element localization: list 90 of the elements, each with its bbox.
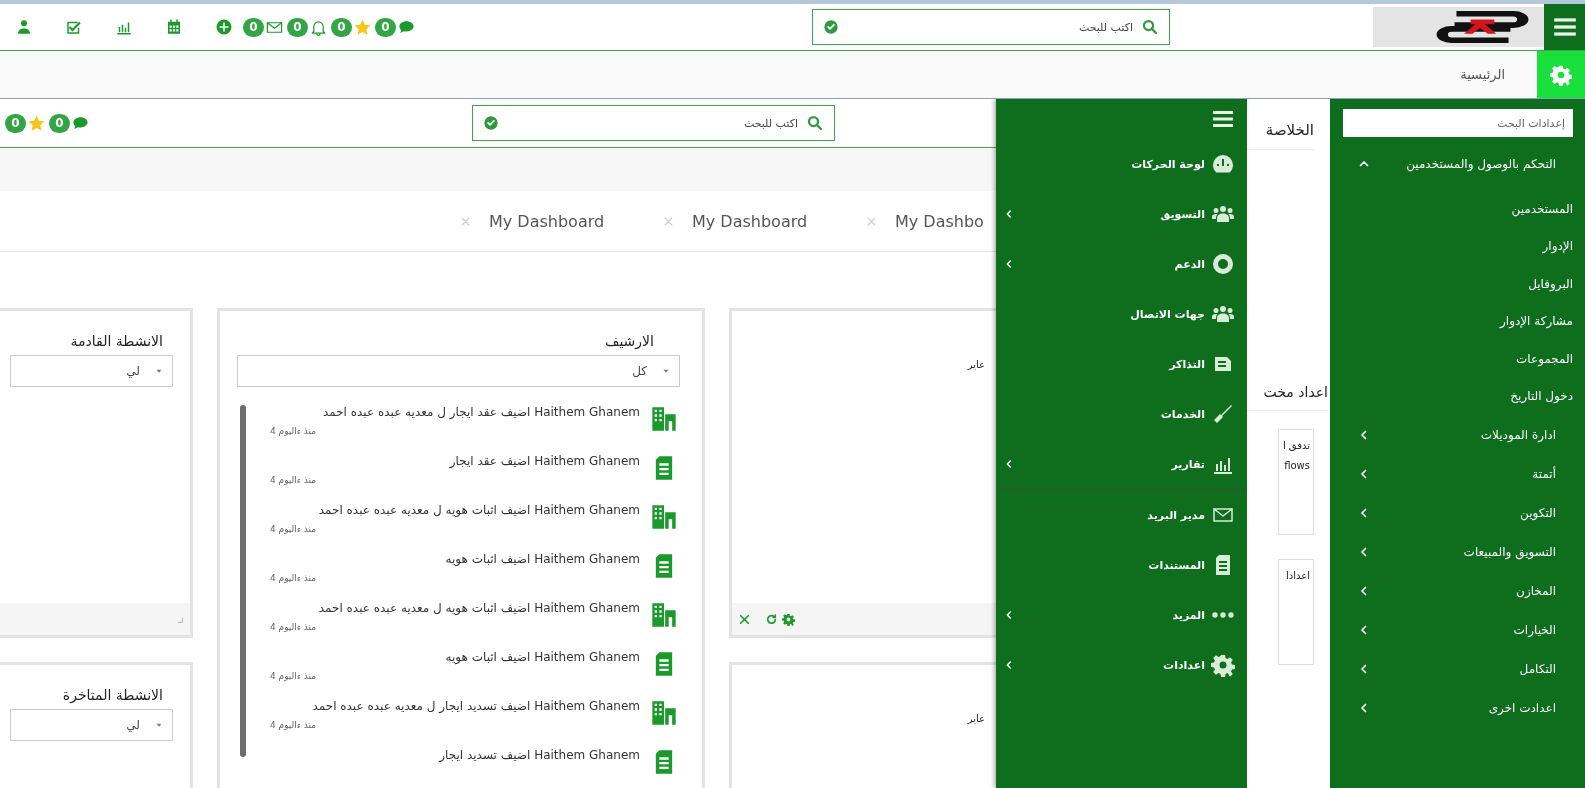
count-badge: 0 xyxy=(331,17,352,37)
lifebuoy-icon xyxy=(1211,252,1235,276)
chevron-icon xyxy=(1004,610,1014,620)
menu-item[interactable]: التذاكر xyxy=(996,339,1247,389)
tree-item[interactable]: التكوين xyxy=(1343,493,1573,532)
count-badge: 0 xyxy=(5,113,26,133)
tree-item[interactable]: التحكم بالوصول والمستخدمين xyxy=(1343,137,1573,190)
tree-item[interactable]: المجموعات xyxy=(1343,340,1573,378)
building-icon xyxy=(650,405,678,433)
activity-text: Haithem Ghanem اضيف اثبات هويه xyxy=(444,650,640,664)
menu-item[interactable]: تقارير xyxy=(996,439,1247,489)
chevron-icon xyxy=(1004,459,1014,469)
panel-title: الانشطة المتاخرة xyxy=(61,687,163,703)
refresh-icon[interactable] xyxy=(765,612,778,626)
tree-item[interactable]: المخازن xyxy=(1343,571,1573,610)
menu-item[interactable]: الخدمات xyxy=(996,389,1247,439)
tree-item[interactable]: البروفايل xyxy=(1343,265,1573,303)
calendar-icon[interactable] xyxy=(165,18,183,36)
breadcrumb-link[interactable]: الرئيسية xyxy=(1460,67,1505,82)
search-input[interactable]: اكتب للبحث xyxy=(845,19,1135,35)
settings-card[interactable]: اعدادا xyxy=(1278,559,1314,665)
tree-item[interactable]: أتمتة xyxy=(1343,454,1573,493)
settings-icon[interactable] xyxy=(782,612,795,626)
tab[interactable]: My Dashbo xyxy=(895,211,984,231)
building-icon xyxy=(650,699,678,727)
search-icon xyxy=(1141,18,1159,36)
activity-text: Haithem Ghanem اضيف اثبات هويه xyxy=(444,552,640,566)
filter-dropdown[interactable]: كل xyxy=(237,355,680,387)
count-badge: 0 xyxy=(243,17,264,37)
panel-text: عاير xyxy=(966,359,986,370)
star-icon[interactable] xyxy=(27,113,46,133)
filter-dropdown[interactable]: لي xyxy=(10,355,173,387)
menu-item[interactable]: اعدادات xyxy=(996,640,1247,690)
count-badge: 0 xyxy=(375,17,396,37)
tree-item[interactable]: مشاركة الإدوار xyxy=(1343,302,1573,340)
close-icon[interactable] xyxy=(738,612,751,626)
tree-item[interactable]: ادارة الموديلات xyxy=(1343,415,1573,454)
count-badge: 0 xyxy=(287,17,308,37)
more-icon xyxy=(1211,611,1235,619)
add-icon[interactable] xyxy=(215,18,233,36)
filter-dropdown[interactable]: لي xyxy=(10,709,173,741)
star-icon[interactable] xyxy=(353,17,372,37)
activity-text: Haithem Ghanem اضيف تسديد ايجار ل معديه عبده عبده احمد xyxy=(311,699,640,713)
search-field[interactable]: اكتب للبحث xyxy=(812,9,1170,45)
panel-title: الارشيف xyxy=(603,333,654,349)
chevron-icon xyxy=(1004,660,1014,670)
activity-text: Haithem Ghanem اضيف عقد ايجار ل معديه عبده عبده احمد xyxy=(321,405,640,419)
tree-item[interactable]: الإدوار xyxy=(1343,227,1573,265)
tab[interactable]: My Dashboard xyxy=(692,211,808,231)
building-icon xyxy=(650,601,678,629)
menu-item[interactable]: لوحة الحركات xyxy=(996,139,1247,189)
menu-button[interactable] xyxy=(1544,4,1585,50)
menu-item[interactable]: الدعم xyxy=(996,239,1247,289)
activity-time: منذ ءاليوم 4 xyxy=(270,524,317,534)
building-icon xyxy=(650,503,678,531)
tree-item[interactable]: التسويق والمبيعات xyxy=(1343,532,1573,571)
settings-icon xyxy=(1550,63,1572,86)
search-input[interactable]: اكتب للبحث xyxy=(505,115,800,131)
count-badge: 0 xyxy=(49,113,70,133)
chevron-icon xyxy=(1004,209,1014,219)
panel-title: الانشطة القادمة xyxy=(69,333,163,349)
activity-time: منذ ءاليوم 4 xyxy=(270,671,317,681)
activity-time: منذ ءاليوم 4 xyxy=(270,622,317,632)
menu-item[interactable]: مدير البريد xyxy=(996,490,1247,540)
menu-item[interactable]: جهات الاتصال xyxy=(996,289,1247,339)
tab[interactable]: My Dashboard xyxy=(489,211,605,231)
search-icon xyxy=(806,114,824,132)
activity-time: منذ ءاليوم 4 xyxy=(270,573,317,583)
activity-time: منذ ءاليوم 4 xyxy=(270,720,317,730)
activity-text: Haithem Ghanem اضيف اثبات هويه ل معديه عبده عبده احمد xyxy=(317,503,640,517)
menu-item[interactable]: المزيد xyxy=(996,590,1247,640)
activity-text: Haithem Ghanem اضيف اثبات هويه ل معديه عبده عبده احمد xyxy=(317,601,640,615)
menu-item[interactable]: المستندات xyxy=(996,540,1247,590)
panel-text: عاير xyxy=(966,713,986,724)
menu-item[interactable]: التسويق xyxy=(996,189,1247,239)
activity-text: Haithem Ghanem اضيف عقد ايجار xyxy=(448,454,640,468)
tree-item[interactable]: المستخدمين xyxy=(1343,190,1573,228)
search-field[interactable]: إعدادات البحث xyxy=(1343,109,1573,137)
activity-text: Haithem Ghanem اضيف تسديد ايجار xyxy=(437,748,640,762)
settings-icon xyxy=(1211,653,1235,677)
user-icon[interactable] xyxy=(15,18,33,36)
tree-item[interactable]: دخول التاريخ xyxy=(1343,377,1573,415)
search-field[interactable]: اكتب للبحث xyxy=(472,105,835,141)
scrollbar[interactable] xyxy=(240,405,246,757)
tree-item[interactable]: اعدادت اخرى xyxy=(1343,688,1573,727)
activity-time: منذ ءاليوم 4 xyxy=(270,426,317,436)
tree-item[interactable]: التكامل xyxy=(1343,649,1573,688)
activity-time: منذ ءاليوم 4 xyxy=(270,475,317,485)
tree-item[interactable]: الخيارات xyxy=(1343,610,1573,649)
chevron-icon xyxy=(1004,259,1014,269)
